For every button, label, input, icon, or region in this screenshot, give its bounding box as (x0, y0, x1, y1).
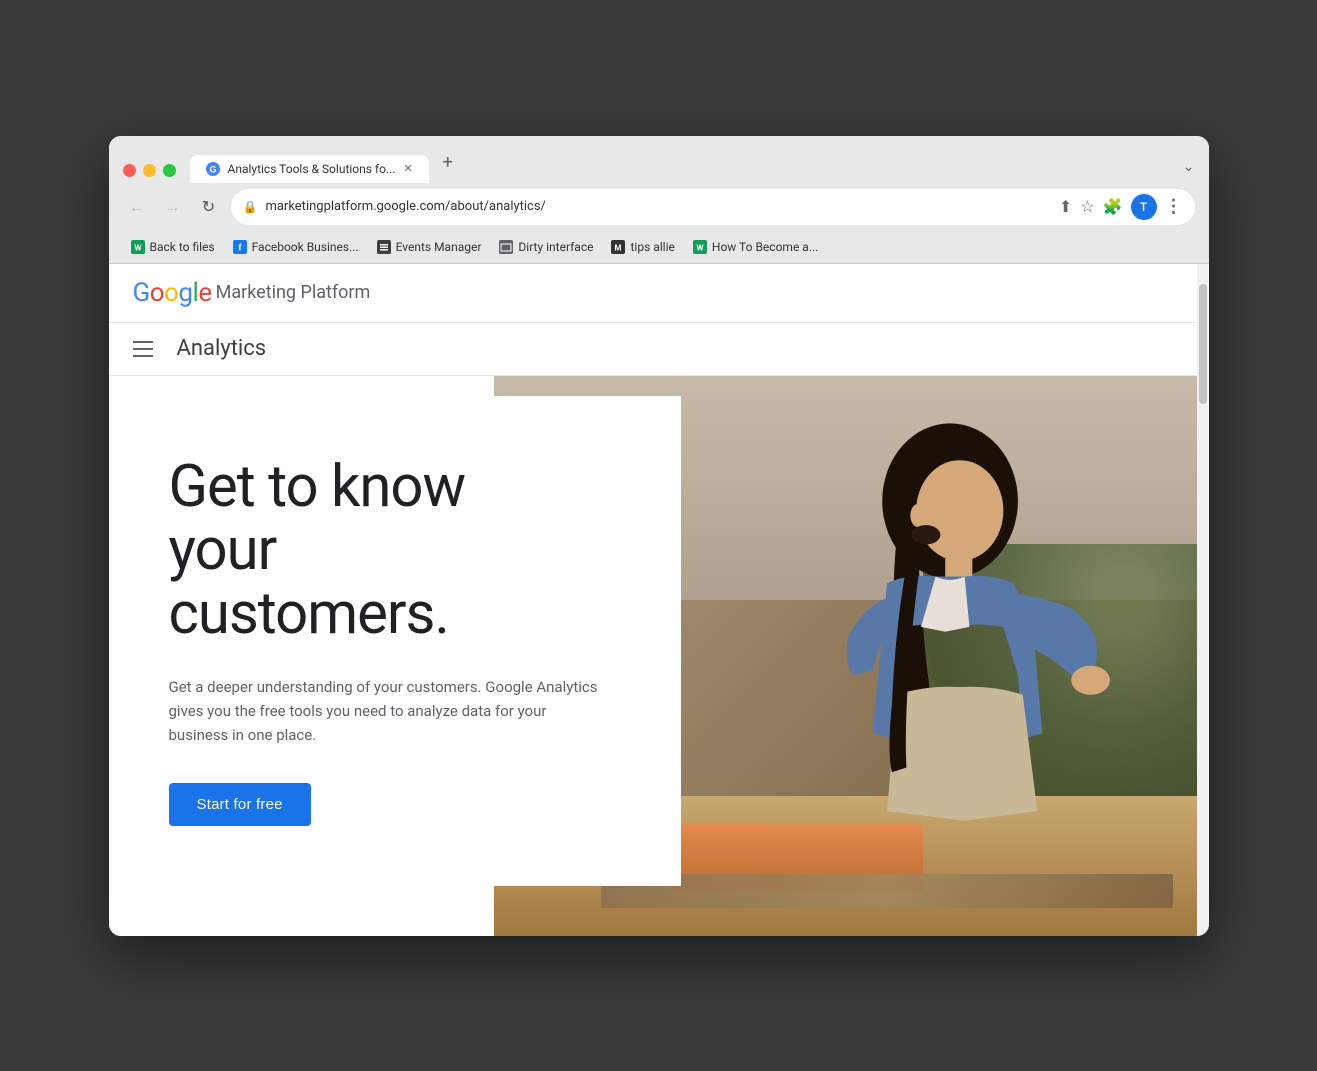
address-text: marketingplatform.google.com/about/analy… (265, 199, 1050, 214)
bookmark-favicon-facebook: f (233, 240, 247, 254)
gmp-header: G o o g l e Marketing Platform (109, 264, 1209, 323)
page-content: G o o g l e Marketing Platform Analytics (109, 264, 1209, 936)
title-bar: G Analytics Tools & Solutions fo... ✕ + … (109, 136, 1209, 183)
google-letter-e: e (198, 278, 211, 308)
extension-button[interactable]: 🧩 (1103, 197, 1123, 216)
table-top (601, 874, 1173, 908)
bookmark-facebook-business[interactable]: f Facebook Busines... (225, 237, 367, 257)
bookmark-favicon-tips-allie: M (611, 240, 625, 254)
analytics-nav: Analytics (109, 323, 1209, 376)
bookmark-label-events-manager: Events Manager (396, 240, 482, 254)
google-letter-g: G (133, 278, 150, 308)
hamburger-line-2 (133, 348, 153, 350)
platform-text: Marketing Platform (216, 282, 371, 303)
scrollbar-thumb[interactable] (1199, 284, 1207, 404)
close-button[interactable] (123, 164, 136, 177)
address-bar[interactable]: 🔒 marketingplatform.google.com/about/ana… (231, 189, 1195, 225)
bookmark-events-manager[interactable]: Events Manager (369, 237, 490, 257)
start-for-free-button[interactable]: Start for free (169, 783, 311, 826)
bookmark-label-how-to-become: How To Become a... (712, 240, 818, 254)
svg-text:M: M (615, 243, 622, 252)
bookmark-dirty-interface[interactable]: Dirty interface (491, 237, 601, 257)
bookmark-label-tips-allie: tips allie (630, 240, 674, 254)
bookmark-label-facebook: Facebook Busines... (252, 240, 359, 254)
address-actions: ⬆ ☆ 🧩 T ⋮ (1059, 194, 1183, 220)
tab-title: Analytics Tools & Solutions fo... (228, 162, 396, 176)
google-letter-o1: o (150, 278, 164, 308)
minimize-button[interactable] (143, 164, 156, 177)
maximize-button[interactable] (163, 164, 176, 177)
hero-subtext: Get a deeper understanding of your custo… (169, 675, 609, 747)
hero-headline-line3: customers. (169, 580, 449, 648)
bookmark-how-to-become[interactable]: W How To Become a... (685, 237, 826, 257)
google-logo: G o o g l e (133, 278, 212, 308)
bookmark-tips-allie[interactable]: M tips allie (603, 237, 682, 257)
hero-headline: Get to know your customers. (169, 456, 641, 647)
hero-text-block: Get to know your customers. Get a deeper… (109, 396, 681, 886)
google-letter-g2: g (178, 278, 192, 308)
tab-overflow-button[interactable]: ⌄ (1183, 159, 1195, 183)
hero-headline-line2: your (169, 516, 277, 584)
address-bar-row: ← → ↻ 🔒 marketingplatform.google.com/abo… (109, 183, 1209, 233)
hero-headline-line1: Get to know (169, 453, 466, 521)
bookmark-label-dirty-interface: Dirty interface (518, 240, 593, 254)
hamburger-menu-button[interactable] (129, 333, 161, 365)
browser-window: G Analytics Tools & Solutions fo... ✕ + … (109, 136, 1209, 936)
share-button[interactable]: ⬆ (1059, 197, 1072, 216)
browser-menu-button[interactable]: ⋮ (1165, 196, 1183, 217)
browser-content: G o o g l e Marketing Platform Analytics (109, 264, 1209, 936)
reload-button[interactable]: ↻ (195, 193, 223, 221)
bookmark-back-to-files[interactable]: W Back to files (123, 237, 223, 257)
profile-avatar[interactable]: T (1131, 194, 1157, 220)
svg-text:W: W (134, 243, 141, 252)
bookmark-button[interactable]: ☆ (1080, 197, 1094, 216)
google-letter-o2: o (164, 278, 178, 308)
new-tab-button[interactable]: + (433, 146, 463, 183)
traffic-lights (123, 164, 176, 183)
bookmark-favicon-dirty-interface (499, 240, 513, 254)
bookmark-favicon-back-to-files: W (131, 240, 145, 254)
svg-text:W: W (696, 243, 703, 252)
tab-close-button[interactable]: ✕ (403, 162, 412, 175)
hamburger-line-3 (133, 355, 153, 357)
hero-section: Get to know your customers. Get a deeper… (109, 376, 1209, 936)
svg-text:G: G (209, 164, 216, 174)
analytics-nav-title: Analytics (177, 336, 267, 361)
scrollbar-track (1197, 264, 1209, 936)
bookmark-favicon-how-to-become: W (693, 240, 707, 254)
bookmark-favicon-events-manager (377, 240, 391, 254)
bookmark-label-back-to-files: Back to files (150, 240, 215, 254)
lock-icon: 🔒 (243, 200, 258, 214)
back-button[interactable]: ← (123, 193, 151, 221)
active-tab[interactable]: G Analytics Tools & Solutions fo... ✕ (190, 155, 429, 183)
hamburger-line-1 (133, 341, 153, 343)
tab-row: G Analytics Tools & Solutions fo... ✕ + … (123, 146, 1195, 183)
bookmarks-bar: W Back to files f Facebook Busines... Ev… (109, 233, 1209, 264)
tab-favicon: G (206, 162, 220, 176)
forward-button[interactable]: → (159, 193, 187, 221)
